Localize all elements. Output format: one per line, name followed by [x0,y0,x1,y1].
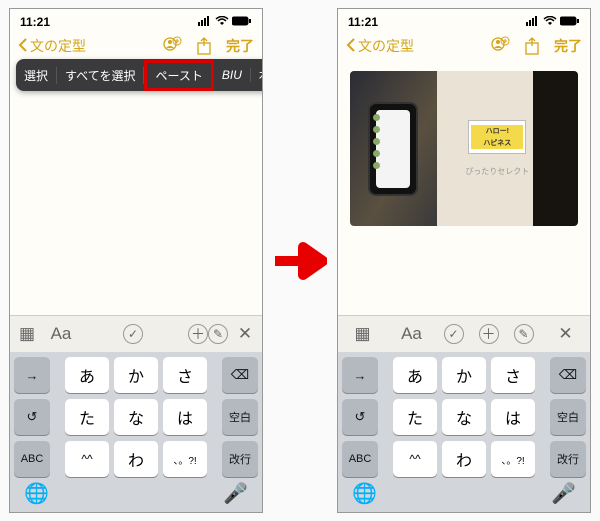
key-arrow[interactable]: → [342,357,378,393]
key-sa[interactable]: さ [491,357,535,393]
done-button[interactable]: 完了 [226,36,254,56]
nav-bar: 文の定型 完了 [338,31,590,61]
key-punct[interactable]: 、。?! [163,441,207,477]
pasted-image[interactable]: ハロー! ハピネス ぴったりセレクト [350,71,578,226]
globe-icon[interactable]: 🌐 [24,481,49,506]
pasted-image-left [350,71,437,226]
note-editor[interactable]: ハロー! ハピネス ぴったりセレクト [338,61,590,315]
key-space[interactable]: 空白 [222,399,258,435]
key-space[interactable]: 空白 [550,399,586,435]
key-punct[interactable]: 、。?! [491,441,535,477]
dismiss-keyboard-icon[interactable]: ✕ [549,324,583,344]
keyboard: → ↺ ABC あ か さ た な は ま や ら [338,352,590,512]
add-contact-icon[interactable] [162,36,182,56]
key-undo[interactable]: ↺ [342,399,378,435]
table-icon[interactable]: ▦ [10,324,44,344]
chevron-left-icon [346,38,356,55]
key-ta[interactable]: た [65,399,109,435]
key-a[interactable]: あ [393,357,437,393]
text-style-button[interactable]: Aa [395,324,429,344]
status-icons [526,15,580,29]
key-a[interactable]: あ [65,357,109,393]
key-face[interactable]: ^^ [393,441,437,477]
context-biu[interactable]: BIU [214,68,251,82]
signal-icon [526,15,540,29]
share-icon[interactable] [522,36,542,56]
key-wa[interactable]: わ [114,441,158,477]
checklist-icon[interactable]: ✓ [123,324,143,344]
key-ka[interactable]: か [442,357,486,393]
chevron-left-icon [18,38,28,55]
text-style-button[interactable]: Aa [44,324,78,344]
battery-icon [560,15,580,29]
status-bar: 11:21 [338,9,590,31]
key-na[interactable]: な [114,399,158,435]
dismiss-keyboard-icon[interactable]: ✕ [228,324,262,344]
key-face[interactable]: ^^ [65,441,109,477]
key-ha[interactable]: は [491,399,535,435]
key-backspace[interactable]: ⌫ [550,357,586,393]
markup-icon[interactable]: ✎ [208,324,228,344]
phone-after: 11:21 文の定型 完了 [337,8,591,513]
poster-line2: ハピネス [471,137,523,149]
done-button[interactable]: 完了 [554,36,582,56]
status-time: 11:21 [348,15,378,29]
pasted-image-right: ハロー! ハピネス ぴったりセレクト [437,71,578,226]
format-toolbar: ▦ Aa ✓ ＋ ✎ ✕ [10,315,262,352]
key-ta[interactable]: た [393,399,437,435]
globe-icon[interactable]: 🌐 [352,481,377,506]
battery-icon [232,15,252,29]
context-paste[interactable]: ペースト [144,60,213,91]
poster: ハロー! ハピネス [468,120,526,154]
key-na[interactable]: な [442,399,486,435]
key-sa[interactable]: さ [163,357,207,393]
checklist-icon[interactable]: ✓ [444,324,464,344]
note-editor[interactable] [10,61,262,315]
table-icon[interactable]: ▦ [346,324,380,344]
status-bar: 11:21 [10,9,262,31]
key-ka[interactable]: か [114,357,158,393]
context-select-all[interactable]: すべてを選択 [57,67,144,84]
status-time: 11:21 [20,15,50,29]
wifi-icon [543,15,557,29]
key-arrow[interactable]: → [14,357,50,393]
signal-icon [198,15,212,29]
context-select[interactable]: 選択 [16,67,57,84]
nav-back-button[interactable]: 文の定型 [346,36,414,56]
keyboard: → ↺ ABC あ か さ た な は ま や ら [10,352,262,512]
markup-icon[interactable]: ✎ [514,324,534,344]
add-contact-icon[interactable] [490,36,510,56]
key-ha[interactable]: は [163,399,207,435]
nav-back-label: 文の定型 [30,36,86,56]
nav-bar: 文の定型 完了 [10,31,262,61]
key-backspace[interactable]: ⌫ [222,357,258,393]
context-indent-right[interactable]: 右へインデント [251,67,263,84]
edit-context-menu: 選択 すべてを選択 ペースト BIU 右へインデント [16,59,263,91]
nav-back-label: 文の定型 [358,36,414,56]
phone-in-photo-icon [368,102,418,196]
key-wa[interactable]: わ [442,441,486,477]
nav-back-button[interactable]: 文の定型 [18,36,86,56]
key-undo[interactable]: ↺ [14,399,50,435]
phone-before: 11:21 文の定型 完了 [9,8,263,513]
add-attachment-icon[interactable]: ＋ [188,324,208,344]
mic-icon[interactable]: 🎤 [551,481,576,506]
format-toolbar: ▦ Aa ✓ ＋ ✎ ✕ [338,315,590,352]
transition-arrow-icon [273,241,327,281]
poster-line1: ハロー! [471,125,523,137]
poster-subtitle: ぴったりセレクト [465,166,529,177]
wifi-icon [215,15,229,29]
share-icon[interactable] [194,36,214,56]
mic-icon[interactable]: 🎤 [223,481,248,506]
add-attachment-icon[interactable]: ＋ [479,324,499,344]
status-icons [198,15,252,29]
